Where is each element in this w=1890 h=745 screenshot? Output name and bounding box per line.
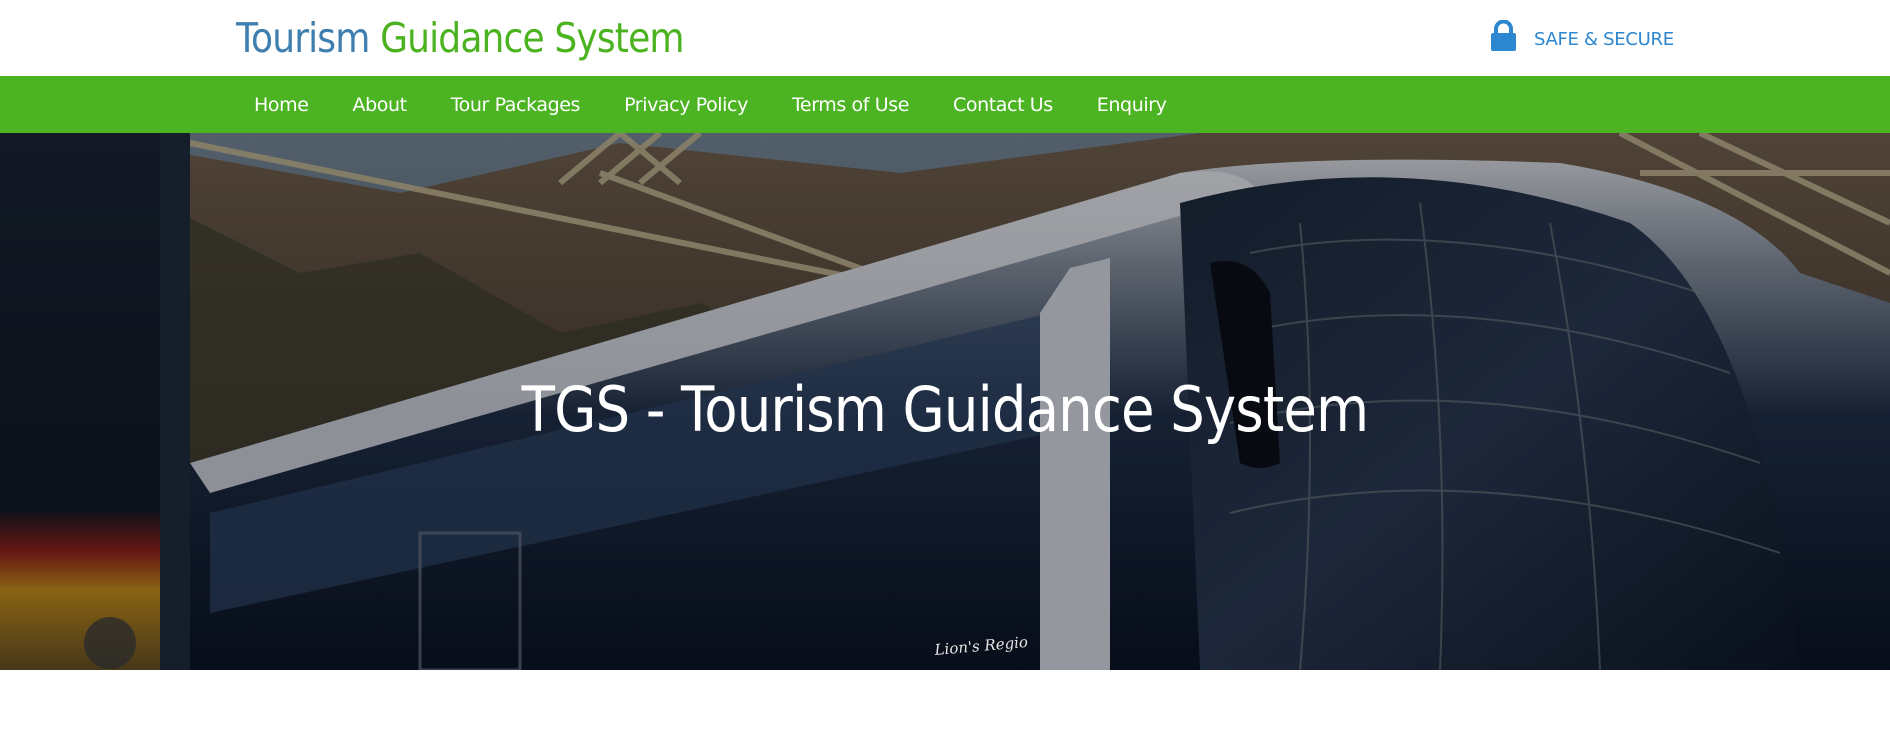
nav-menu: Home About Tour Packages Privacy Policy …	[232, 76, 1188, 133]
main-navigation: Home About Tour Packages Privacy Policy …	[0, 76, 1890, 133]
safe-secure-label: SAFE & SECURE	[1534, 28, 1674, 50]
nav-item-home[interactable]: Home	[232, 94, 331, 116]
nav-item-terms-of-use[interactable]: Terms of Use	[770, 94, 931, 116]
logo-text-guidance-system: Guidance System	[380, 14, 684, 62]
nav-item-about[interactable]: About	[331, 94, 429, 116]
site-header: Tourism Guidance System SAFE & SECURE	[0, 0, 1890, 76]
hero-banner: Lion's Regio TGS - Tourism Guidance Syst…	[0, 133, 1890, 670]
nav-item-contact-us[interactable]: Contact Us	[931, 94, 1075, 116]
safe-secure-badge: SAFE & SECURE	[1490, 20, 1674, 52]
site-logo[interactable]: Tourism Guidance System	[236, 12, 685, 64]
lock-icon	[1491, 20, 1516, 51]
hero-title: TGS - Tourism Guidance System	[521, 373, 1370, 446]
nav-item-enquiry[interactable]: Enquiry	[1075, 94, 1189, 116]
nav-item-tour-packages[interactable]: Tour Packages	[429, 94, 602, 116]
nav-item-privacy-policy[interactable]: Privacy Policy	[602, 94, 770, 116]
logo-text-tourism: Tourism	[236, 14, 381, 62]
